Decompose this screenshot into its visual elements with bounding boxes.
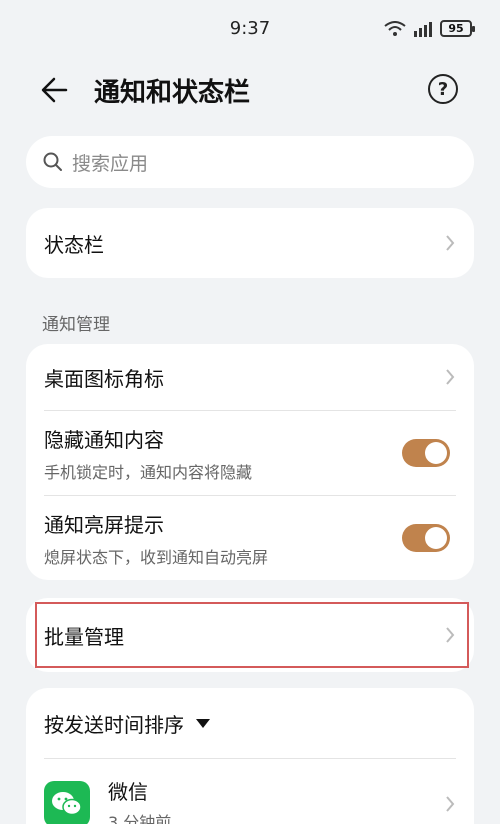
- page-title: 通知和状态栏: [94, 78, 251, 108]
- status-bar: 9:37 95: [0, 0, 500, 58]
- status-bar-card: 状态栏: [26, 208, 474, 278]
- hide-content-label: 隐藏通知内容: [44, 427, 164, 452]
- hide-content-subtext: 手机锁定时，通知内容将隐藏: [44, 462, 253, 482]
- desktop-badge-row[interactable]: 桌面图标角标: [26, 344, 474, 410]
- notification-card: 桌面图标角标 隐藏通知内容 手机锁定时，通知内容将隐藏 通知亮屏提示 熄屏状态下…: [26, 344, 474, 580]
- search-placeholder: 搜索应用: [72, 152, 149, 175]
- wake-screen-row[interactable]: 通知亮屏提示 熄屏状态下，收到通知自动亮屏: [26, 496, 474, 580]
- battery-indicator: 95: [440, 20, 475, 37]
- search-bar[interactable]: 搜索应用: [26, 136, 474, 188]
- help-icon[interactable]: ?: [428, 74, 458, 104]
- chevron-right-icon: [446, 235, 455, 251]
- dropdown-triangle-icon: [196, 718, 210, 728]
- highlight-frame: [35, 602, 469, 668]
- search-icon: [43, 152, 62, 171]
- app-name: 微信: [108, 779, 148, 804]
- hide-content-toggle[interactable]: [402, 439, 450, 467]
- wechat-icon: [52, 792, 82, 816]
- wechat-app-icon: [44, 781, 90, 824]
- sort-label: 按发送时间排序: [44, 712, 184, 737]
- chevron-right-icon: [446, 796, 455, 812]
- wifi-icon: [384, 20, 406, 36]
- section-notification-manage: 通知管理: [42, 315, 110, 335]
- desktop-badge-label: 桌面图标角标: [44, 366, 164, 391]
- signal-icon: [414, 21, 432, 37]
- toggle-knob: [425, 527, 447, 549]
- toggle-knob: [425, 442, 447, 464]
- hide-content-row[interactable]: 隐藏通知内容 手机锁定时，通知内容将隐藏: [26, 411, 474, 495]
- status-bar-row[interactable]: 状态栏: [26, 208, 474, 278]
- chevron-right-icon: [446, 369, 455, 385]
- app-list-card: 按发送时间排序 微信 3 分钟前: [26, 688, 474, 824]
- status-icons: 95: [384, 20, 475, 37]
- status-bar-label: 状态栏: [44, 232, 104, 257]
- sort-dropdown[interactable]: 按发送时间排序: [26, 688, 474, 758]
- app-time: 3 分钟前: [108, 812, 172, 824]
- wake-screen-toggle[interactable]: [402, 524, 450, 552]
- wake-screen-label: 通知亮屏提示: [44, 512, 164, 537]
- page-header: 通知和状态栏 ?: [0, 64, 500, 116]
- back-arrow-icon[interactable]: [36, 74, 74, 106]
- wake-screen-subtext: 熄屏状态下，收到通知自动亮屏: [44, 547, 269, 567]
- app-row-wechat[interactable]: 微信 3 分钟前: [26, 759, 474, 824]
